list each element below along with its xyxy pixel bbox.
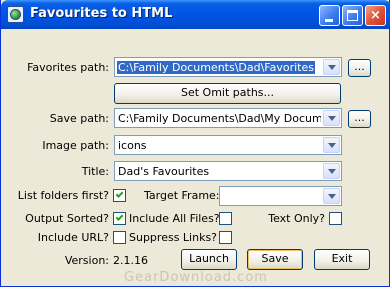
suppress-links-checkbox[interactable] xyxy=(219,231,232,244)
dropdown-button[interactable] xyxy=(323,110,340,126)
dropdown-button[interactable] xyxy=(323,188,340,204)
version-value: 2.1.16 xyxy=(113,254,148,267)
window-title: Favourites to HTML xyxy=(30,6,173,21)
title-label: Title: xyxy=(81,165,109,178)
include-all-files-label: Include All Files? xyxy=(129,212,220,225)
dropdown-button[interactable] xyxy=(323,59,340,75)
dropdown-button[interactable] xyxy=(323,137,340,153)
save-path-combo[interactable]: C:\Family Documents\Dad\My Documents xyxy=(114,108,342,128)
target-frame-label: Target Frame: xyxy=(144,189,220,202)
text-only-checkbox[interactable] xyxy=(329,212,342,225)
minimize-button[interactable] xyxy=(319,5,340,26)
watermark-text: GearDownload.com xyxy=(124,270,268,285)
output-sorted-checkbox[interactable] xyxy=(113,212,126,225)
title-value: Dad's Favourites xyxy=(118,165,210,178)
include-all-files-checkbox[interactable] xyxy=(219,212,232,225)
save-path-value: C:\Family Documents\Dad\My Documents xyxy=(118,112,321,125)
chevron-down-icon xyxy=(328,116,336,121)
chevron-down-icon xyxy=(328,143,336,148)
chevron-down-icon xyxy=(328,65,336,70)
globe-icon xyxy=(10,9,21,20)
checkmark-icon xyxy=(115,213,124,221)
minimize-icon xyxy=(325,19,333,22)
text-only-label: Text Only? xyxy=(268,212,325,225)
favorites-path-combo[interactable]: C:\Family Documents\Dad\Favorites xyxy=(114,57,342,77)
output-sorted-label: Output Sorted? xyxy=(25,212,109,225)
close-button[interactable]: × xyxy=(365,5,386,26)
image-path-combo[interactable]: icons xyxy=(114,135,342,155)
list-folders-first-checkbox[interactable] xyxy=(113,189,126,202)
include-url-label: Include URL? xyxy=(37,231,109,244)
version-label: Version: xyxy=(64,254,109,267)
launch-button[interactable]: Launch xyxy=(181,249,237,270)
checkmark-icon xyxy=(115,190,124,198)
include-url-checkbox[interactable] xyxy=(113,231,126,244)
set-omit-paths-button[interactable]: Set Omit paths... xyxy=(114,83,341,104)
list-folders-first-label: List folders first? xyxy=(17,189,109,202)
title-bar[interactable]: Favourites to HTML × xyxy=(1,0,390,29)
favorites-path-label: Favorites path: xyxy=(27,61,109,74)
favorites-path-value: C:\Family Documents\Dad\Favorites xyxy=(117,61,315,74)
image-path-label: Image path: xyxy=(42,139,109,152)
maximize-icon xyxy=(347,10,358,21)
chevron-down-icon xyxy=(328,169,336,174)
dropdown-button[interactable] xyxy=(323,163,340,179)
save-browse-button[interactable]: ... xyxy=(348,110,371,128)
save-path-label: Save path: xyxy=(49,112,109,125)
target-frame-combo[interactable] xyxy=(219,186,342,206)
chevron-down-icon xyxy=(328,194,336,199)
app-globe-icon[interactable] xyxy=(7,6,24,23)
app-window: Favourites to HTML × Favorites path: C:\… xyxy=(0,0,390,287)
close-icon: × xyxy=(370,8,381,23)
title-combo[interactable]: Dad's Favourites xyxy=(114,161,342,181)
image-path-value: icons xyxy=(118,139,147,152)
maximize-button[interactable] xyxy=(342,5,363,26)
favorites-browse-button[interactable]: ... xyxy=(348,59,371,77)
suppress-links-label: Suppress Links? xyxy=(129,231,218,244)
save-button[interactable]: Save xyxy=(247,249,303,270)
exit-button[interactable]: Exit xyxy=(314,249,370,270)
